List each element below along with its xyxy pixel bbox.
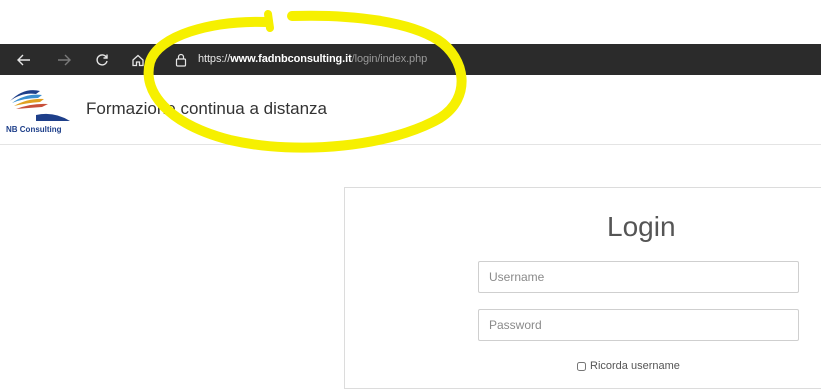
login-card: Login Ricorda username — [344, 187, 821, 389]
logo-text: NB Consulting — [6, 125, 62, 134]
home-icon[interactable] — [128, 50, 148, 70]
logo-graphic — [10, 90, 70, 121]
remember-username-checkbox[interactable] — [577, 361, 586, 371]
back-arrow-icon[interactable] — [14, 50, 34, 70]
forward-arrow-icon[interactable] — [54, 50, 74, 70]
login-title: Login — [607, 211, 676, 242]
page-top-area — [0, 0, 821, 44]
remember-username-label: Ricorda username — [590, 360, 680, 372]
remember-username[interactable]: Ricorda username — [577, 360, 680, 372]
username-input[interactable] — [478, 261, 799, 293]
url-host: www.fadnbconsulting.it — [230, 53, 352, 65]
site-header: NB Consulting Formazione continua a dist… — [0, 75, 821, 145]
lock-icon[interactable] — [171, 50, 191, 70]
browser-toolbar: https://www.fadnbconsulting.it/login/ind… — [0, 44, 821, 75]
site-logo[interactable]: NB Consulting — [6, 81, 80, 139]
site-title: Formazione continua a distanza — [86, 99, 327, 118]
password-input[interactable] — [478, 309, 799, 341]
refresh-icon[interactable] — [92, 50, 112, 70]
url-scheme: https:// — [198, 53, 231, 65]
url-path: /login/index.php — [351, 53, 428, 65]
address-bar-url[interactable]: https://www.fadnbconsulting.it/login/ind… — [198, 52, 427, 66]
